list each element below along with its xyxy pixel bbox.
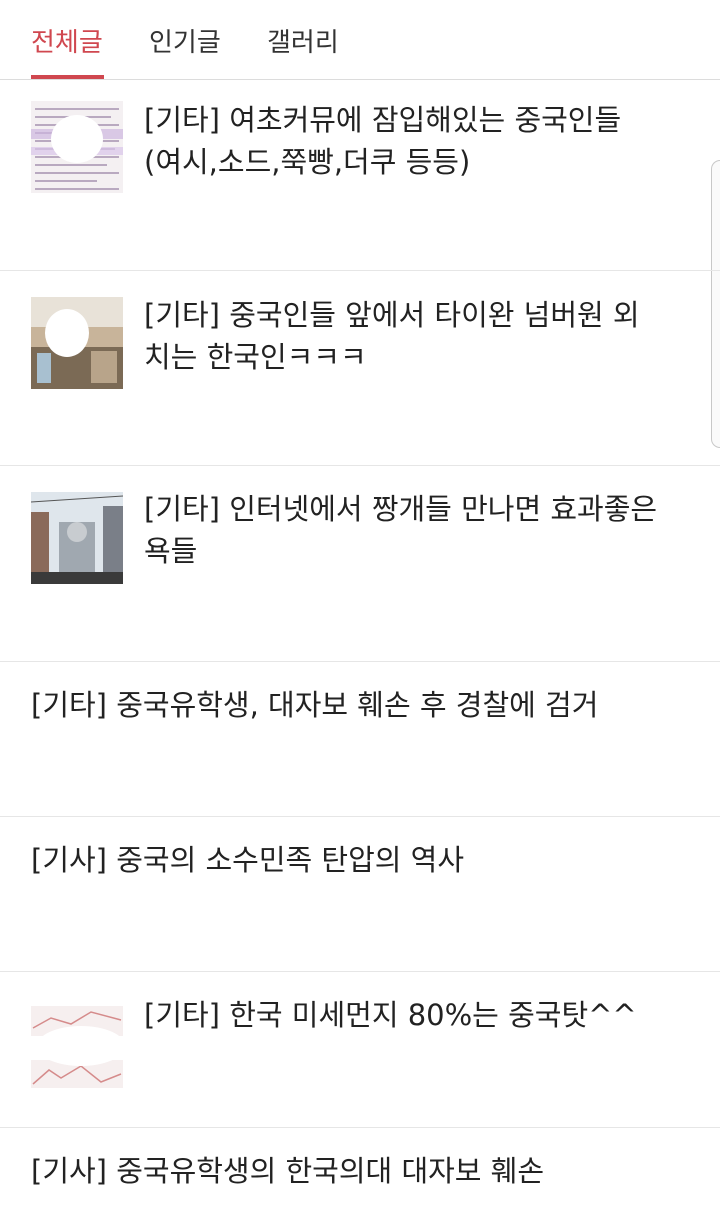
post-thumbnail [31,998,123,1090]
post-thumbnail [31,492,123,584]
post-thumbnail [31,297,123,389]
post-list-item[interactable]: [기타] 여초커뮤에 잠입해있는 중국인들 (여시,소드,쭉빵,더쿠 등등) [0,81,720,271]
post-title[interactable]: [기타] 중국인들 앞에서 타이완 넘버원 외치는 한국인ㅋㅋㅋ [144,294,664,378]
tab-all-posts[interactable]: 전체글 [31,22,103,59]
post-title[interactable]: [기사] 중국의 소수민족 탄압의 역사 [31,839,691,881]
post-list-item[interactable]: [기사] 중국유학생의 한국의대 대자보 훼손 [0,1128,720,1228]
tab-popular-posts[interactable]: 인기글 [149,22,221,59]
active-tab-indicator [31,75,104,79]
post-list-item[interactable]: [기타] 한국 미세먼지 80%는 중국탓^^ [0,972,720,1128]
post-title[interactable]: [기타] 중국유학생, 대자보 훼손 후 경찰에 검거 [31,684,691,726]
post-thumbnail [31,101,123,193]
post-list-item[interactable]: [기타] 인터넷에서 짱개들 만나면 효과좋은 욕들 [0,466,720,662]
post-list-item[interactable]: [기타] 중국유학생, 대자보 훼손 후 경찰에 검거 [0,662,720,817]
post-title[interactable]: [기사] 중국유학생의 한국의대 대자보 훼손 [31,1150,691,1192]
post-list-item[interactable]: [기사] 중국의 소수민족 탄압의 역사 [0,817,720,972]
tab-gallery[interactable]: 갤러리 [267,22,339,59]
post-list-item[interactable]: [기타] 중국인들 앞에서 타이완 넘버원 외치는 한국인ㅋㅋㅋ [0,271,720,466]
post-title[interactable]: [기타] 여초커뮤에 잠입해있는 중국인들 (여시,소드,쭉빵,더쿠 등등) [144,99,664,183]
tab-bar: 전체글 인기글 갤러리 [0,0,720,80]
post-title[interactable]: [기타] 한국 미세먼지 80%는 중국탓^^ [144,994,684,1036]
post-title[interactable]: [기타] 인터넷에서 짱개들 만나면 효과좋은 욕들 [144,488,684,572]
